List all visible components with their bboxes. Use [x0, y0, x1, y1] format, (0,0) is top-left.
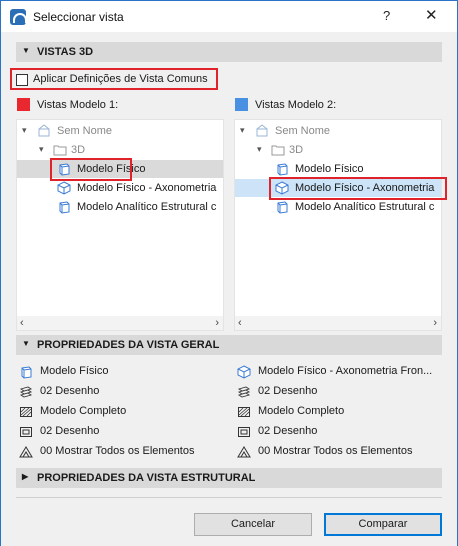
window-title: Seleccionar vista	[33, 10, 124, 24]
section-title: PROPRIEDADES DA VISTA ESTRUTURAL	[37, 472, 256, 484]
model2-color-swatch	[235, 98, 248, 111]
scroll-left-arrow-icon[interactable]: ‹	[238, 317, 242, 329]
tree-row-view-2[interactable]: Modelo Analítico Estrutural c	[235, 198, 441, 216]
prop-value: Modelo Completo	[258, 405, 345, 417]
tree-view-label: Modelo Analítico Estrutural c	[77, 201, 217, 213]
model1-color-swatch	[17, 98, 30, 111]
model2-label: Vistas Modelo 2:	[255, 99, 337, 111]
tree-row-view-1[interactable]: Modelo Físico - Axonometria	[17, 179, 223, 197]
prop-value: 00 Mostrar Todos os Elementos	[258, 445, 413, 457]
tree-row-folder[interactable]: ▾ 3D	[17, 141, 223, 159]
axonometry-icon	[57, 181, 71, 195]
tree-root-label: Sem Nome	[57, 125, 113, 137]
section-header-views3d[interactable]: ▼ VISTAS 3D	[16, 42, 442, 62]
prop-value: Modelo Completo	[40, 405, 127, 417]
tree-folder-label: 3D	[289, 144, 304, 156]
tree-row-view-0[interactable]: Modelo Físico	[235, 160, 441, 178]
scroll-right-arrow-icon[interactable]: ›	[215, 317, 219, 329]
tree-view-label: Modelo Físico - Axonometria	[77, 182, 217, 194]
folder-icon	[53, 145, 67, 156]
prop-value: Modelo Físico - Axonometria Fron...	[258, 365, 433, 377]
pen-set-icon	[238, 427, 250, 437]
section-title: PROPRIEDADES DA VISTA GERAL	[37, 339, 220, 351]
layers-icon	[19, 386, 33, 398]
filter-icon	[19, 446, 33, 458]
tree-row-view-2[interactable]: Modelo Analítico Estrutural c	[17, 198, 223, 216]
3d-view-icon	[277, 201, 288, 214]
section-title: VISTAS 3D	[37, 46, 94, 58]
pen-set-icon	[20, 427, 32, 437]
divider	[16, 497, 442, 498]
highlight-box	[50, 158, 132, 181]
tree-row-root[interactable]: ▾ Sem Nome	[17, 122, 223, 140]
model2-view-tree[interactable]: ▾ Sem Nome ▾ 3D Modelo Físico Modelo Fís…	[234, 119, 447, 331]
3d-view-icon	[21, 366, 32, 379]
3d-view-icon	[59, 201, 70, 214]
cancel-button[interactable]: Cancelar	[194, 513, 312, 536]
project-icon	[38, 124, 50, 137]
select-view-dialog: Seleccionar vista ? ✕ ▼ VISTAS 3D Aplica…	[0, 0, 458, 546]
filter-icon	[237, 446, 251, 458]
scroll-right-arrow-icon[interactable]: ›	[433, 317, 437, 329]
tree-row-folder[interactable]: ▾ 3D	[235, 141, 441, 159]
prop-value: 02 Desenho	[258, 385, 318, 397]
tree-folder-label: 3D	[71, 144, 86, 156]
collapse-triangle-icon: ▼	[22, 46, 30, 55]
dialog-body: ▼ VISTAS 3D Aplicar Definições de Vista …	[1, 32, 457, 546]
collapse-triangle-icon: ▼	[22, 339, 30, 348]
tree-view-label: Modelo Analítico Estrutural c	[295, 201, 435, 213]
expand-triangle-icon: ▶	[22, 472, 29, 481]
model-hatch-icon	[20, 407, 32, 417]
model1-label: Vistas Modelo 1:	[37, 99, 119, 111]
chevron-down-icon[interactable]: ▾	[39, 144, 44, 155]
layers-icon	[237, 386, 251, 398]
horizontal-scrollbar[interactable]: ‹ ›	[235, 316, 441, 330]
folder-icon	[271, 145, 285, 156]
scroll-left-arrow-icon[interactable]: ‹	[20, 317, 24, 329]
title-bar: Seleccionar vista ? ✕	[1, 1, 457, 32]
help-button[interactable]: ?	[383, 8, 390, 23]
chevron-down-icon[interactable]: ▾	[257, 144, 262, 155]
section-header-structural[interactable]: ▶ PROPRIEDADES DA VISTA ESTRUTURAL	[16, 468, 442, 488]
apply-common-settings-label: Aplicar Definições de Vista Comuns	[33, 73, 208, 85]
3d-view-icon	[277, 163, 288, 176]
app-icon	[10, 9, 27, 25]
prop-value: Modelo Físico	[40, 365, 109, 377]
model-hatch-icon	[238, 407, 250, 417]
axonometry-icon	[237, 365, 251, 379]
tree-root-label: Sem Nome	[275, 125, 331, 137]
prop-value: 02 Desenho	[40, 385, 100, 397]
model1-view-tree[interactable]: ▾ Sem Nome ▾ 3D Modelo Físico Modelo Fís…	[16, 119, 224, 331]
horizontal-scrollbar[interactable]: ‹ ›	[17, 316, 223, 330]
tree-view-label: Modelo Físico	[295, 163, 364, 175]
tree-row-root[interactable]: ▾ Sem Nome	[235, 122, 441, 140]
prop-value: 00 Mostrar Todos os Elementos	[40, 445, 195, 457]
chevron-down-icon[interactable]: ▾	[22, 125, 27, 136]
apply-common-settings-row[interactable]: Aplicar Definições de Vista Comuns	[10, 68, 218, 90]
close-button[interactable]: ✕	[425, 6, 438, 24]
section-header-general[interactable]: ▼ PROPRIEDADES DA VISTA GERAL	[16, 335, 442, 355]
apply-common-settings-checkbox[interactable]	[16, 74, 28, 86]
compare-button[interactable]: Comparar	[324, 513, 442, 536]
prop-value: 02 Desenho	[258, 425, 318, 437]
chevron-down-icon[interactable]: ▾	[240, 125, 245, 136]
prop-value: 02 Desenho	[40, 425, 100, 437]
project-icon	[256, 124, 268, 137]
highlight-box	[269, 177, 447, 200]
